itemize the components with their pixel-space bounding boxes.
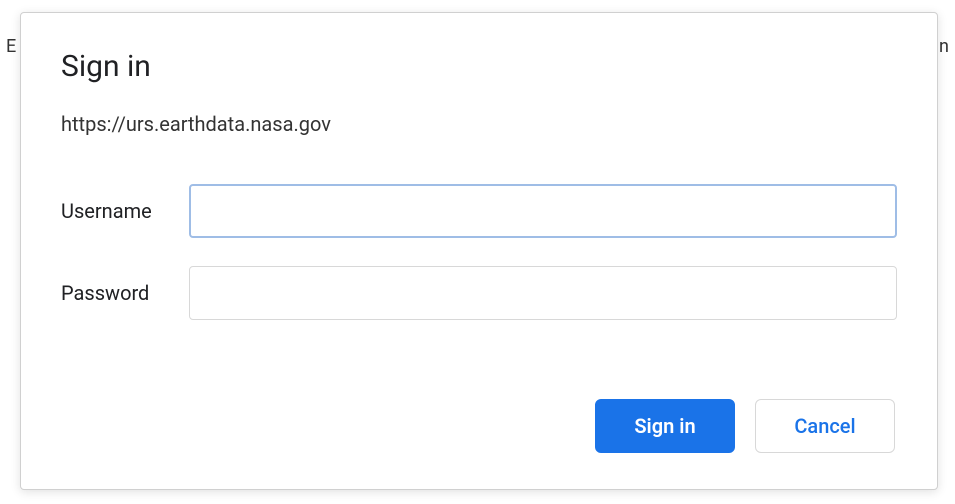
password-input[interactable] xyxy=(189,266,897,320)
dialog-origin: https://urs.earthdata.nasa.gov xyxy=(61,112,897,136)
username-input[interactable] xyxy=(189,184,897,238)
username-label: Username xyxy=(61,199,189,223)
cancel-button[interactable]: Cancel xyxy=(755,399,895,453)
backdrop-text-left: E xyxy=(6,36,16,57)
password-label: Password xyxy=(61,281,189,305)
backdrop-text-right: n xyxy=(939,36,949,57)
password-row: Password xyxy=(61,266,897,320)
dialog-title: Sign in xyxy=(61,49,897,84)
dialog-button-row: Sign in Cancel xyxy=(61,399,897,453)
sign-in-button[interactable]: Sign in xyxy=(595,399,735,453)
username-row: Username xyxy=(61,184,897,238)
auth-dialog: Sign in https://urs.earthdata.nasa.gov U… xyxy=(20,12,938,490)
